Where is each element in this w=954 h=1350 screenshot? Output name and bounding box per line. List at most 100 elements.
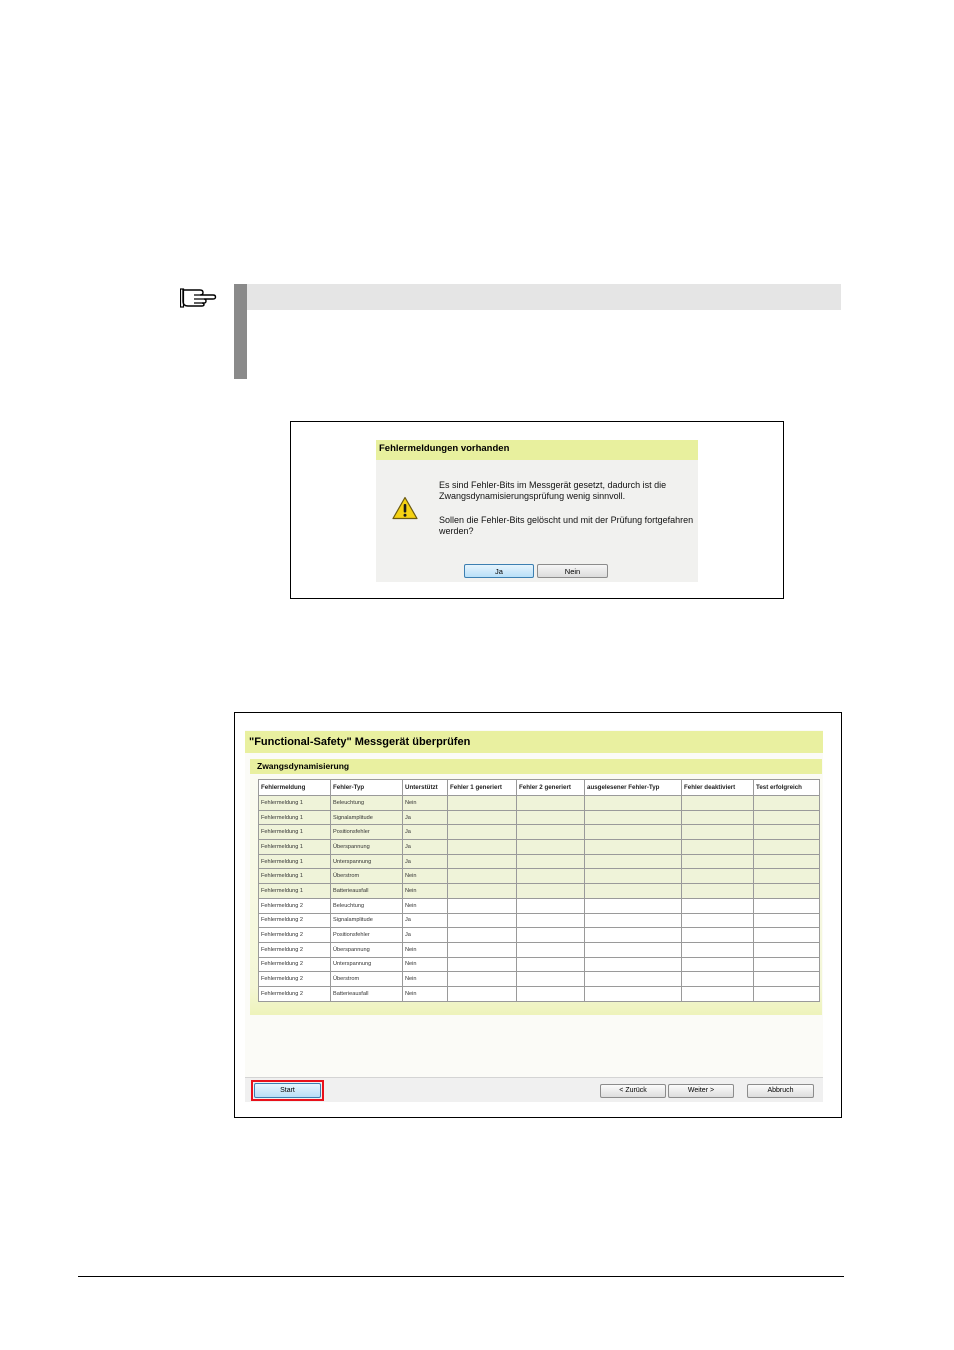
- table-row[interactable]: Fehlermeldung 1 Beleuchtung Nein: [258, 795, 820, 811]
- table-cell: Unterspannung: [330, 956, 403, 973]
- table-row[interactable]: Fehlermeldung 2 Signalamplitude Ja: [258, 912, 820, 929]
- table-cell: Nein: [402, 883, 448, 899]
- table-cell: Fehlermeldung 1: [258, 795, 331, 811]
- table-cell: [516, 912, 585, 929]
- table-cell: [753, 927, 820, 943]
- table-cell: [753, 941, 820, 958]
- table-cell: [516, 971, 585, 987]
- table-cell: [447, 839, 517, 855]
- table-row[interactable]: Fehlermeldung 2 Batterieausfall Nein: [258, 985, 820, 1002]
- no-button[interactable]: Nein: [537, 564, 608, 578]
- start-button[interactable]: Start: [254, 1083, 321, 1098]
- table-row[interactable]: Fehlermeldung 2 Beleuchtung Nein: [258, 897, 820, 914]
- table-cell: Signalamplitude: [330, 809, 403, 826]
- table-cell: [516, 985, 585, 1002]
- table-cell: [584, 839, 682, 855]
- column-header[interactable]: Fehler 2 generiert: [516, 779, 585, 796]
- table-cell: Nein: [402, 971, 448, 987]
- table-cell: Ja: [402, 912, 448, 929]
- table-cell: [681, 941, 754, 958]
- table-row[interactable]: Fehlermeldung 1 Signalamplitude Ja: [258, 809, 820, 826]
- abort-button[interactable]: Abbruch: [747, 1084, 814, 1098]
- table-cell: [516, 956, 585, 973]
- table-cell: Überstrom: [330, 868, 403, 885]
- table-cell: [681, 912, 754, 929]
- table-cell: Fehlermeldung 2: [258, 956, 331, 973]
- table-cell: [681, 956, 754, 973]
- table-row[interactable]: Fehlermeldung 1 Positionsfehler Ja: [258, 824, 820, 841]
- next-button[interactable]: Weiter >: [668, 1084, 734, 1098]
- column-header[interactable]: Fehler-Typ: [330, 779, 403, 796]
- table-cell: [584, 824, 682, 841]
- table-row[interactable]: Fehlermeldung 2 Überspannung Nein: [258, 941, 820, 958]
- table-row[interactable]: Fehlermeldung 1 Überstrom Nein: [258, 868, 820, 885]
- table-cell: [447, 956, 517, 973]
- table-cell: Signalamplitude: [330, 912, 403, 929]
- table-cell: Ja: [402, 824, 448, 841]
- table-cell: Nein: [402, 868, 448, 885]
- column-header[interactable]: Unterstützt: [402, 779, 448, 796]
- table-cell: [447, 985, 517, 1002]
- table-cell: [447, 883, 517, 899]
- table-cell: Fehlermeldung 2: [258, 912, 331, 929]
- column-header[interactable]: Test erfolgreich: [753, 779, 820, 796]
- table-cell: [753, 985, 820, 1002]
- table-cell: [753, 868, 820, 885]
- column-header[interactable]: Fehler deaktiviert: [681, 779, 754, 796]
- table-cell: [753, 956, 820, 973]
- table-cell: [447, 824, 517, 841]
- table-cell: [753, 897, 820, 914]
- table-cell: [584, 868, 682, 885]
- table-cell: Nein: [402, 956, 448, 973]
- table-cell: Ja: [402, 839, 448, 855]
- table-row[interactable]: Fehlermeldung 1 Batterieausfall Nein: [258, 883, 820, 899]
- table-cell: [584, 897, 682, 914]
- column-header[interactable]: ausgelesener Fehler-Typ: [584, 779, 682, 796]
- table-cell: [447, 853, 517, 870]
- note-side-bar: [234, 284, 247, 379]
- table-cell: Fehlermeldung 2: [258, 897, 331, 914]
- table-row[interactable]: Fehlermeldung 2 Positionsfehler Ja: [258, 927, 820, 943]
- table-cell: [584, 956, 682, 973]
- table-cell: [447, 897, 517, 914]
- table-cell: Fehlermeldung 1: [258, 868, 331, 885]
- table-cell: [584, 809, 682, 826]
- table-cell: [516, 883, 585, 899]
- yes-button[interactable]: Ja: [464, 564, 534, 578]
- table-cell: [447, 868, 517, 885]
- table-row[interactable]: Fehlermeldung 2 Unterspannung Nein: [258, 956, 820, 973]
- dialog-message-question: Sollen die Fehler-Bits gelöscht und mit …: [439, 515, 694, 536]
- table-cell: Positionsfehler: [330, 824, 403, 841]
- table-row[interactable]: Fehlermeldung 2 Überstrom Nein: [258, 971, 820, 987]
- table-cell: [681, 868, 754, 885]
- column-header[interactable]: Fehler 1 generiert: [447, 779, 517, 796]
- wizard-title: "Functional-Safety" Messgerät überprüfen: [245, 731, 823, 753]
- table-cell: [753, 809, 820, 826]
- table-cell: Batterieausfall: [330, 883, 403, 899]
- table-cell: [516, 897, 585, 914]
- table-cell: [681, 897, 754, 914]
- table-cell: [584, 853, 682, 870]
- table-cell: Positionsfehler: [330, 927, 403, 943]
- table-row[interactable]: Fehlermeldung 1 Überspannung Ja: [258, 839, 820, 855]
- table-cell: [516, 927, 585, 943]
- table-cell: [681, 853, 754, 870]
- test-table: Fehlermeldung Fehler-Typ Unterstützt Feh…: [258, 779, 820, 1002]
- table-row[interactable]: Fehlermeldung 1 Unterspannung Ja: [258, 853, 820, 870]
- table-cell: [584, 971, 682, 987]
- table-cell: Fehlermeldung 2: [258, 941, 331, 958]
- table-cell: [447, 941, 517, 958]
- table-cell: Beleuchtung: [330, 795, 403, 811]
- table-cell: [584, 795, 682, 811]
- table-cell: [753, 883, 820, 899]
- column-header[interactable]: Fehlermeldung: [258, 779, 331, 796]
- table-cell: Ja: [402, 853, 448, 870]
- back-button[interactable]: < Zurück: [600, 1084, 666, 1098]
- table-cell: [516, 824, 585, 841]
- table-cell: Batterieausfall: [330, 985, 403, 1002]
- table-cell: [753, 795, 820, 811]
- table-cell: [447, 912, 517, 929]
- table-cell: [753, 824, 820, 841]
- table-cell: [681, 883, 754, 899]
- table-cell: Fehlermeldung 1: [258, 839, 331, 855]
